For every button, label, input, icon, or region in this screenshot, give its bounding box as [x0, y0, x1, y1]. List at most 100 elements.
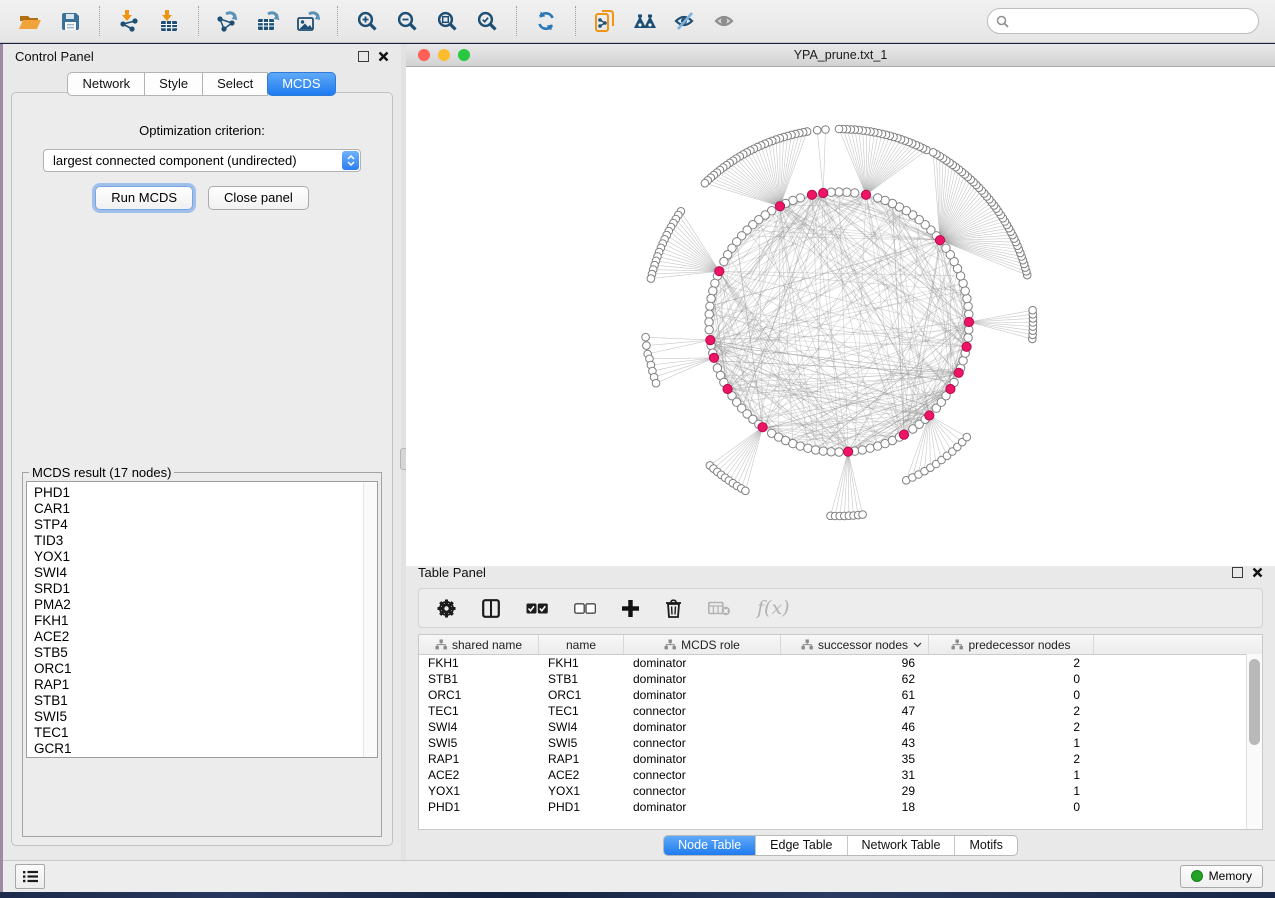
- maximize-window-icon[interactable]: [458, 49, 470, 61]
- mcds-node-item[interactable]: STB1: [34, 693, 377, 709]
- mcds-node-item[interactable]: SWI4: [34, 565, 377, 581]
- mcds-node-item[interactable]: SWI5: [34, 709, 377, 725]
- cell: 0: [929, 672, 1094, 686]
- show-panels-button[interactable]: [15, 864, 45, 889]
- table-panel-title: Table Panel: [418, 565, 486, 580]
- export-table-button[interactable]: [248, 3, 288, 39]
- table-row[interactable]: SWI4SWI4dominator462: [419, 719, 1262, 735]
- search-input[interactable]: [1014, 10, 1258, 32]
- cell: connector: [624, 704, 781, 718]
- column-header-MCDS-role[interactable]: MCDS role: [624, 635, 781, 654]
- select-all-button[interactable]: [526, 603, 548, 614]
- mcds-node-item[interactable]: PHD1: [34, 485, 377, 501]
- toolbar-separator: [337, 6, 338, 36]
- mcds-tab-content: Optimization criterion: largest connecte…: [11, 92, 393, 846]
- criterion-select-value: largest connected component (undirected): [53, 153, 297, 168]
- hierarchy-icon: [801, 639, 813, 650]
- tab-style[interactable]: Style: [144, 72, 203, 96]
- hide-visibility-button[interactable]: [665, 3, 705, 39]
- cell: 2: [929, 656, 1094, 670]
- mcds-node-item[interactable]: TEC1: [34, 725, 377, 741]
- zoom-out-button[interactable]: [387, 3, 427, 39]
- cell: connector: [624, 784, 781, 798]
- zoom-selected-button[interactable]: [467, 3, 507, 39]
- export-image-button[interactable]: [288, 3, 328, 39]
- table-row[interactable]: SWI5SWI5connector431: [419, 735, 1262, 751]
- mcds-node-item[interactable]: PMA2: [34, 597, 377, 613]
- table-row[interactable]: RAP1RAP1dominator352: [419, 751, 1262, 767]
- table-row[interactable]: ACE2ACE2connector311: [419, 767, 1262, 783]
- table-scrollbar[interactable]: [1246, 654, 1262, 829]
- memory-label: Memory: [1209, 869, 1252, 883]
- float-table-panel-icon[interactable]: [1232, 567, 1243, 578]
- table-row[interactable]: STB1STB1dominator620: [419, 671, 1262, 687]
- mcds-node-item[interactable]: RAP1: [34, 677, 377, 693]
- column-header-predecessor-nodes[interactable]: predecessor nodes: [929, 635, 1094, 654]
- show-columns-button[interactable]: [482, 599, 500, 618]
- table-settings-button[interactable]: [437, 599, 456, 618]
- cell: 62: [781, 672, 929, 686]
- table-row[interactable]: YOX1YOX1connector291: [419, 783, 1262, 799]
- search-field[interactable]: [987, 8, 1259, 34]
- mcds-node-names: PHD1CAR1STP4TID3YOX1SWI4SRD1PMA2FKH1ACE2…: [34, 485, 377, 757]
- tab-node-table[interactable]: Node Table: [664, 836, 755, 855]
- import-network-button[interactable]: [109, 3, 149, 39]
- refresh-button[interactable]: [526, 3, 566, 39]
- mcds-node-item[interactable]: STB5: [34, 645, 377, 661]
- minimize-window-icon[interactable]: [438, 49, 450, 61]
- mcds-node-item[interactable]: YOX1: [34, 549, 377, 565]
- tab-network-table[interactable]: Network Table: [847, 836, 955, 855]
- add-row-button[interactable]: [622, 600, 639, 617]
- network-canvas[interactable]: [406, 67, 1275, 566]
- column-header-name[interactable]: name: [539, 635, 624, 654]
- cell: FKH1: [419, 656, 539, 670]
- show-visibility-button[interactable]: [705, 3, 745, 39]
- export-network-button[interactable]: [208, 3, 248, 39]
- mcds-result-list[interactable]: PHD1CAR1STP4TID3YOX1SWI4SRD1PMA2FKH1ACE2…: [26, 481, 378, 758]
- zoom-fit-button[interactable]: [427, 3, 467, 39]
- mcds-node-item[interactable]: ORC1: [34, 661, 377, 677]
- open-file-button[interactable]: [10, 3, 50, 39]
- network-titlebar[interactable]: YPA_prune.txt_1: [406, 44, 1275, 67]
- share-document-button[interactable]: [585, 3, 625, 39]
- table-row[interactable]: PHD1PHD1dominator180: [419, 799, 1262, 815]
- tab-network[interactable]: Network: [67, 72, 145, 96]
- mcds-node-item[interactable]: CAR1: [34, 501, 377, 517]
- tab-edge-table[interactable]: Edge Table: [755, 836, 846, 855]
- import-table-button[interactable]: [149, 3, 189, 39]
- search-network-button[interactable]: [625, 3, 665, 39]
- column-header-successor-nodes[interactable]: successor nodes: [781, 635, 929, 654]
- close-window-icon[interactable]: [418, 49, 430, 61]
- mcds-node-item[interactable]: GCR1: [34, 741, 377, 757]
- tab-motifs[interactable]: Motifs: [954, 836, 1016, 855]
- mcds-node-item[interactable]: FKH1: [34, 613, 377, 629]
- table-row[interactable]: FKH1FKH1dominator962: [419, 655, 1262, 671]
- mcds-node-item[interactable]: ACE2: [34, 629, 377, 645]
- table-row[interactable]: ORC1ORC1dominator610: [419, 687, 1262, 703]
- tab-select[interactable]: Select: [202, 72, 268, 96]
- mcds-list-scrollbar[interactable]: [363, 482, 377, 757]
- sort-desc-icon[interactable]: [913, 642, 922, 648]
- mcds-node-item[interactable]: SRD1: [34, 581, 377, 597]
- tab-mcds[interactable]: MCDS: [267, 72, 335, 96]
- mcds-node-item[interactable]: STP4: [34, 517, 377, 533]
- mcds-node-item[interactable]: TID3: [34, 533, 377, 549]
- table-row[interactable]: TEC1TEC1connector472: [419, 703, 1262, 719]
- deselect-all-button[interactable]: [574, 603, 596, 614]
- save-icon: [61, 12, 80, 31]
- column-header-shared-name[interactable]: shared name: [419, 635, 539, 654]
- memory-button[interactable]: Memory: [1180, 865, 1263, 888]
- eye-slash-icon: [673, 11, 697, 31]
- close-panel-icon[interactable]: [378, 51, 389, 62]
- delete-row-button[interactable]: [665, 599, 682, 618]
- close-panel-button[interactable]: Close panel: [208, 186, 309, 210]
- zoom-in-button[interactable]: [347, 3, 387, 39]
- float-panel-icon[interactable]: [358, 51, 369, 62]
- cell: 18: [781, 800, 929, 814]
- table-scrollbar-thumb[interactable]: [1249, 659, 1260, 745]
- criterion-select[interactable]: largest connected component (undirected): [43, 149, 361, 172]
- close-table-panel-icon[interactable]: [1252, 567, 1263, 578]
- run-mcds-button[interactable]: Run MCDS: [95, 186, 193, 210]
- save-button[interactable]: [50, 3, 90, 39]
- node-table: shared namenameMCDS rolesuccessor nodesp…: [418, 634, 1263, 830]
